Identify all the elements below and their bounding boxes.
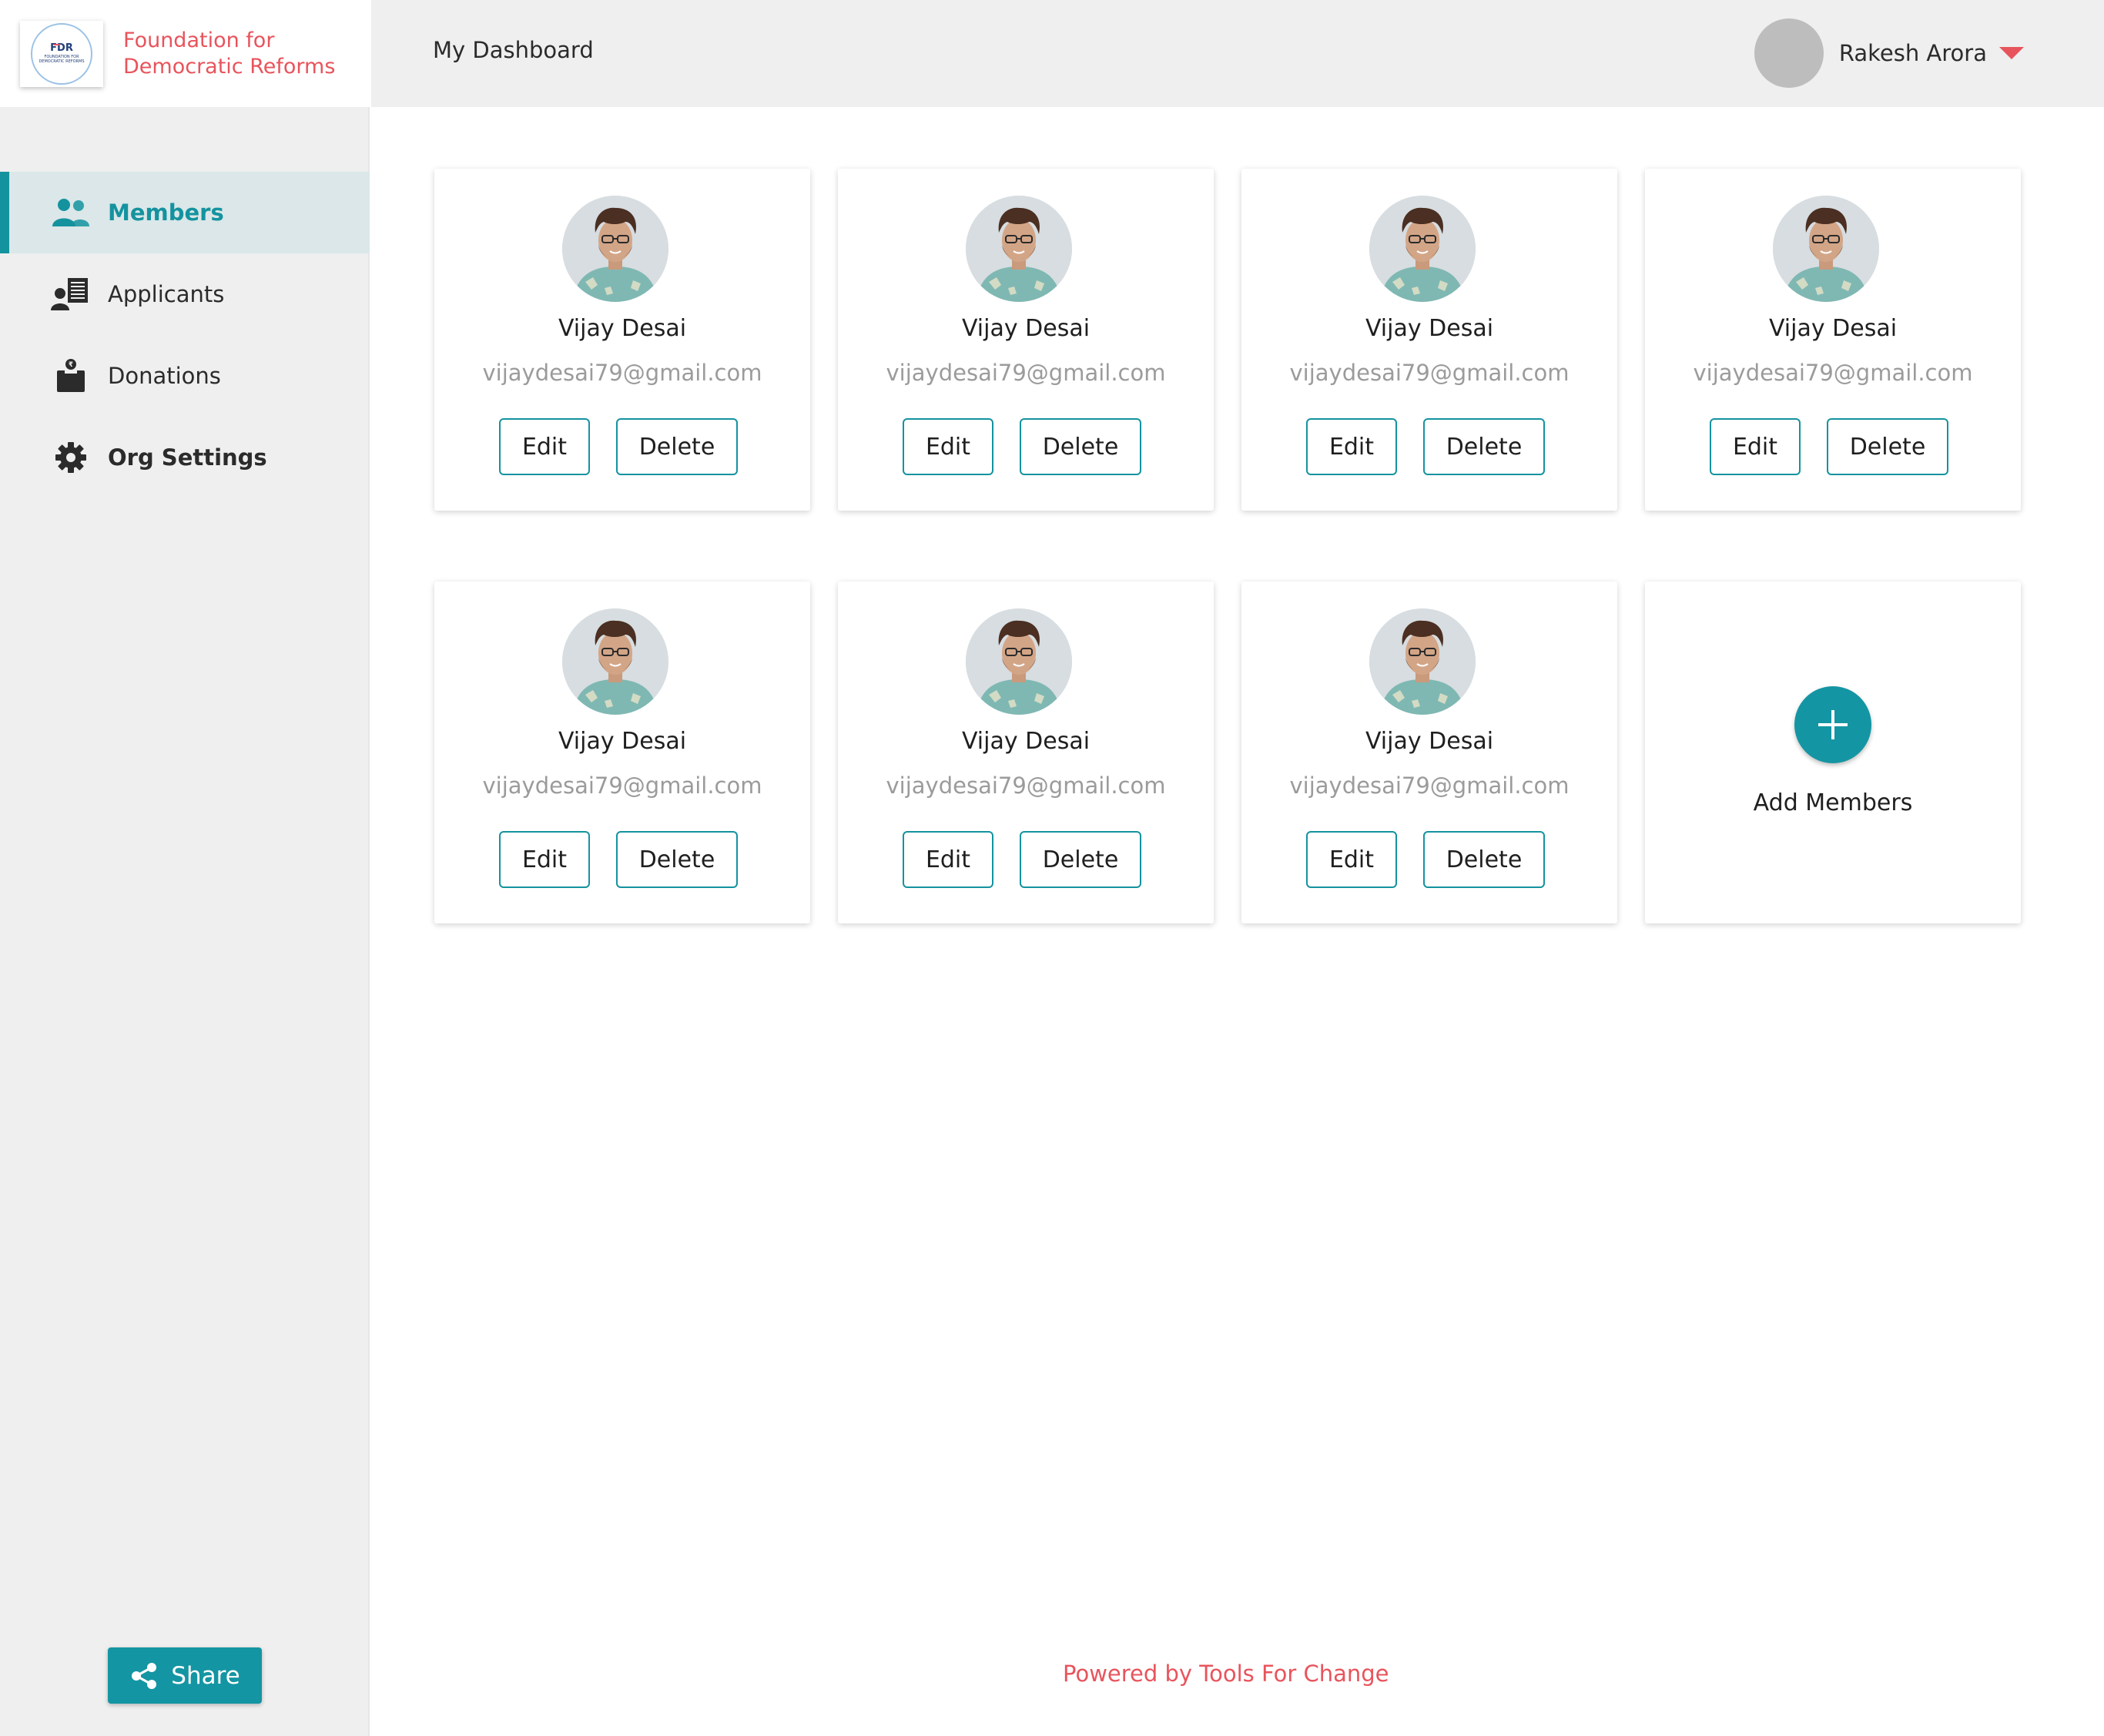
member-card: Vijay Desai vijaydesai79@gmail.com Edit … (838, 581, 1214, 923)
sidebar: FDR FOUNDATION FOR DEMOCRATIC REFORMS Fo… (0, 0, 370, 1736)
edit-button[interactable]: Edit (1710, 418, 1801, 475)
member-photo (1369, 196, 1476, 302)
card-actions: Edit Delete (1241, 418, 1617, 475)
member-email: vijaydesai79@gmail.com (482, 360, 762, 386)
member-card: Vijay Desai vijaydesai79@gmail.com Edit … (1241, 581, 1617, 923)
donations-icon: ₹ (51, 358, 91, 394)
org-name-line1: Foundation for (123, 28, 275, 52)
add-members-card[interactable]: Add Members (1645, 581, 2021, 923)
member-photo-image (966, 196, 1072, 302)
card-actions: Edit Delete (838, 831, 1214, 888)
plus-icon (1818, 710, 1848, 739)
card-actions: Edit Delete (1241, 831, 1617, 888)
member-name: Vijay Desai (558, 728, 687, 755)
delete-button[interactable]: Delete (1423, 418, 1545, 475)
svg-text:₹: ₹ (69, 361, 73, 369)
member-email: vijaydesai79@gmail.com (1289, 772, 1570, 799)
delete-button[interactable]: Delete (616, 418, 738, 475)
member-email: vijaydesai79@gmail.com (886, 772, 1166, 799)
sidebar-item-label: Donations (108, 363, 221, 389)
edit-button[interactable]: Edit (903, 831, 993, 888)
member-photo-image (562, 608, 668, 715)
delete-button[interactable]: Delete (1020, 418, 1141, 475)
member-photo (1773, 196, 1879, 302)
user-menu[interactable]: Rakesh Arora (1754, 18, 2024, 88)
member-photo (1369, 608, 1476, 715)
delete-button[interactable]: Delete (1020, 831, 1141, 888)
chevron-down-icon[interactable] (1999, 47, 2024, 59)
member-photo-image (1369, 608, 1476, 715)
sidebar-item-label: Members (108, 199, 224, 226)
member-email: vijaydesai79@gmail.com (1289, 360, 1570, 386)
member-photo-image (562, 196, 668, 302)
edit-button[interactable]: Edit (1306, 831, 1397, 888)
member-email: vijaydesai79@gmail.com (886, 360, 1166, 386)
add-members-label: Add Members (1753, 789, 1913, 816)
sidebar-item-donations[interactable]: ₹ Donations (0, 335, 370, 417)
delete-button[interactable]: Delete (1827, 418, 1948, 475)
card-actions: Edit Delete (1645, 418, 2021, 475)
member-name: Vijay Desai (1365, 315, 1494, 342)
member-photo-image (1773, 196, 1879, 302)
share-icon (129, 1661, 159, 1691)
org-logo[interactable]: FDR FOUNDATION FOR DEMOCRATIC REFORMS (20, 20, 103, 87)
edit-button[interactable]: Edit (499, 831, 590, 888)
footer-powered-by[interactable]: Powered by Tools For Change (1063, 1661, 1389, 1687)
page-title: My Dashboard (433, 37, 594, 63)
member-photo-image (1369, 196, 1476, 302)
member-name: Vijay Desai (961, 728, 1091, 755)
sidebar-item-members[interactable]: Members (0, 172, 370, 253)
fdr-logo-icon: FDR FOUNDATION FOR DEMOCRATIC REFORMS (31, 22, 92, 85)
org-name-line2: Democratic Reforms (123, 54, 336, 79)
member-card: Vijay Desai vijaydesai79@gmail.com Edit … (1645, 169, 2021, 511)
delete-button[interactable]: Delete (1423, 831, 1545, 888)
edit-button[interactable]: Edit (903, 418, 993, 475)
org-name: Foundation for Democratic Reforms (123, 28, 354, 80)
sidebar-item-applicants[interactable]: Applicants (0, 253, 370, 335)
member-email: vijaydesai79@gmail.com (1693, 360, 1973, 386)
member-name: Vijay Desai (558, 315, 687, 342)
sidebar-item-label: Applicants (108, 281, 225, 307)
member-card: Vijay Desai vijaydesai79@gmail.com Edit … (838, 169, 1214, 511)
sidebar-item-label: Org Settings (108, 444, 267, 471)
member-name: Vijay Desai (961, 315, 1091, 342)
delete-button[interactable]: Delete (616, 831, 738, 888)
members-grid: Vijay Desai vijaydesai79@gmail.com Edit … (434, 169, 2021, 923)
gear-icon (51, 440, 91, 475)
member-name: Vijay Desai (1365, 728, 1494, 755)
logo-sub-line2: DEMOCRATIC REFORMS (39, 59, 84, 64)
member-name: Vijay Desai (1768, 315, 1898, 342)
member-email: vijaydesai79@gmail.com (482, 772, 762, 799)
member-photo (966, 196, 1072, 302)
member-card: Vijay Desai vijaydesai79@gmail.com Edit … (1241, 169, 1617, 511)
sidebar-nav: Members Applicants ₹ Donations Org Setti… (0, 172, 370, 498)
top-header: My Dashboard Rakesh Arora (371, 0, 2104, 107)
edit-button[interactable]: Edit (1306, 418, 1397, 475)
sidebar-item-org-settings[interactable]: Org Settings (0, 417, 370, 498)
members-icon (51, 195, 91, 230)
edit-button[interactable]: Edit (499, 418, 590, 475)
brand-header: FDR FOUNDATION FOR DEMOCRATIC REFORMS Fo… (0, 0, 370, 107)
share-label: Share (171, 1661, 240, 1690)
add-members-button[interactable] (1794, 686, 1871, 763)
member-photo (966, 608, 1072, 715)
member-photo-image (966, 608, 1072, 715)
member-photo (562, 196, 668, 302)
member-card: Vijay Desai vijaydesai79@gmail.com Edit … (434, 581, 810, 923)
applicants-icon (51, 276, 91, 312)
avatar[interactable] (1754, 18, 1824, 88)
member-photo (562, 608, 668, 715)
card-actions: Edit Delete (434, 418, 810, 475)
member-card: Vijay Desai vijaydesai79@gmail.com Edit … (434, 169, 810, 511)
user-name: Rakesh Arora (1838, 40, 1987, 66)
share-button[interactable]: Share (108, 1647, 262, 1704)
card-actions: Edit Delete (838, 418, 1214, 475)
logo-text: FDR (50, 42, 73, 54)
card-actions: Edit Delete (434, 831, 810, 888)
